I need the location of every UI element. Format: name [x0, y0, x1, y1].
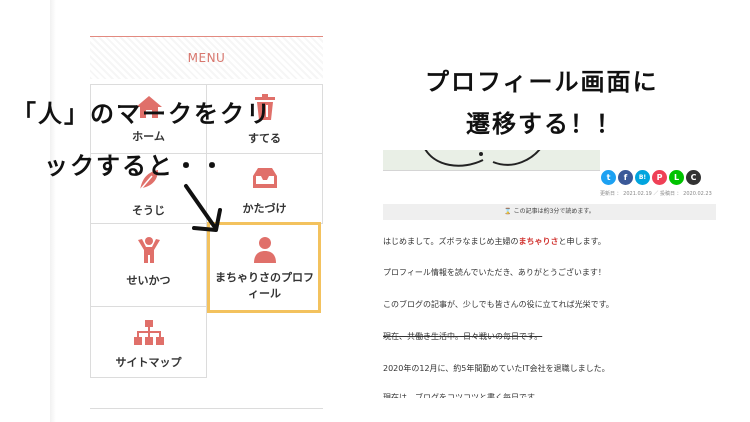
- annotation-left-line2: ックすると・・: [44, 152, 226, 180]
- paragraph-thanks: プロフィール情報を読んでいただき、ありがとうございます！: [383, 268, 606, 277]
- hatena-share-icon[interactable]: B!: [635, 170, 650, 185]
- post-dates: 更新日 ： 2021.02.19 ／ 投稿日 ： 2020.02.23: [600, 191, 712, 197]
- menu-item-label: ホーム: [132, 130, 165, 143]
- person-arms-up-icon: [91, 236, 206, 264]
- menu-item-sitemap[interactable]: サイトマップ: [91, 320, 206, 370]
- arrow-icon: [184, 184, 222, 232]
- annotation-right-line2: 遷移する！！: [466, 110, 622, 138]
- twitter-share-icon[interactable]: t: [601, 170, 616, 185]
- author-name: まちゃりさ: [518, 237, 559, 246]
- annotation-left-line1: 「人」のマークをクリ: [12, 100, 272, 128]
- paragraph-now: 現在は、ブログをコツコツと書く毎日です。: [383, 393, 543, 398]
- header-illustration: [383, 150, 600, 171]
- copy-link-icon[interactable]: C: [686, 170, 701, 185]
- bottom-rule: [90, 408, 323, 409]
- grid-line: [90, 377, 207, 378]
- read-time-bar: ⌛ この記事は約3分で読めます。: [383, 204, 716, 220]
- grid-line: [90, 84, 323, 85]
- paragraph-status: 現在、共働き生活中。日々戦いの毎日です。: [383, 332, 543, 341]
- pocket-share-icon[interactable]: P: [652, 170, 667, 185]
- grid-line: [322, 84, 323, 224]
- menu-item-label: すてる: [247, 132, 282, 145]
- paragraph-career: 2020年の12月に、約5年間勤めていたIT会社を退職しました。: [383, 364, 610, 373]
- intro-text-end: と申します。: [558, 237, 606, 246]
- sitemap-icon: [91, 320, 206, 346]
- menu-item-label: せいかつ: [126, 274, 171, 287]
- facebook-share-icon[interactable]: f: [618, 170, 633, 185]
- paragraph-intro: はじめまして。ズボラなまじめ主婦のまちゃりさと申します。: [383, 236, 606, 247]
- left-page-edge: [50, 0, 56, 422]
- menu-header: MENU: [90, 36, 323, 79]
- menu-item-label: サイトマップ: [115, 356, 182, 369]
- line-share-icon[interactable]: L: [669, 170, 684, 185]
- annotation-right-line1: プロフィール画面に: [425, 68, 659, 96]
- intro-text: はじめまして。ズボラなまじめ主婦の: [383, 237, 519, 246]
- grid-line: [90, 306, 207, 307]
- paragraph-hope: このブログの記事が、少しでも皆さんの役に立てれば光栄です。: [383, 300, 614, 309]
- menu-item-life[interactable]: せいかつ: [91, 236, 206, 288]
